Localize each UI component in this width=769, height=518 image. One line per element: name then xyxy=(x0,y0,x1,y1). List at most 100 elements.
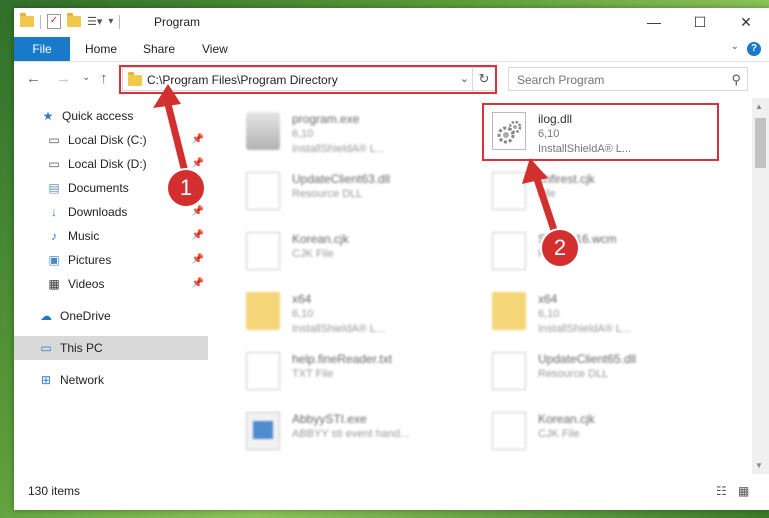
list-item[interactable]: UpdateClient65.dll Resource DLL xyxy=(482,346,722,394)
file-icon xyxy=(246,232,280,270)
toolbar-separator xyxy=(40,14,41,29)
help-icon[interactable]: ? xyxy=(747,42,761,56)
list-item[interactable]: chfirest.cjk File xyxy=(482,166,722,214)
file-name: UpdateClient65.dll xyxy=(538,352,637,366)
recent-locations-button[interactable]: ⌄ xyxy=(82,72,90,83)
sidebar-item-label: Videos xyxy=(68,277,105,291)
list-item[interactable]: Korean.cjk CJK File xyxy=(236,226,476,274)
tab-view[interactable]: View xyxy=(202,37,228,61)
file-detail: 6,10 xyxy=(292,308,314,320)
large-icons-view-icon[interactable]: ▦ xyxy=(738,484,749,498)
properties-icon[interactable]: ✓ xyxy=(47,14,61,29)
sidebar-item-label: Pictures xyxy=(68,253,112,267)
window-title: Program xyxy=(154,15,201,29)
sidebar-item-pictures[interactable]: ▣ Pictures 📌 xyxy=(14,248,208,272)
new-folder-icon[interactable] xyxy=(67,13,81,27)
file-name: chfirest.cjk xyxy=(538,172,595,186)
sidebar-item-onedrive[interactable]: ☁ OneDrive xyxy=(14,304,208,328)
sidebar-item-label: Documents xyxy=(68,181,129,195)
search-input[interactable] xyxy=(515,71,719,89)
picture-icon: ▣ xyxy=(48,253,60,267)
file-icon xyxy=(492,412,526,450)
sidebar-item-local-disk-c[interactable]: ▭ Local Disk (C:) 📌 xyxy=(14,128,208,152)
callout-2: 2 xyxy=(540,228,580,268)
file-icon xyxy=(492,172,526,210)
pin-icon[interactable]: 📌 xyxy=(192,158,204,169)
file-icon xyxy=(492,232,526,270)
file-detail: 6,10 xyxy=(292,128,314,140)
expand-ribbon-icon[interactable]: ⌄ xyxy=(731,41,739,52)
file-name: help.fineReader.txt xyxy=(292,352,393,366)
file-name: Korean.cjk xyxy=(292,232,349,246)
minimize-button[interactable]: — xyxy=(631,8,677,37)
quick-access-toolbar: ✓ ☰▾ ▾ xyxy=(20,13,121,29)
drive-icon: ▭ xyxy=(48,133,60,147)
file-name: Korean.cjk xyxy=(538,412,595,426)
folder-icon xyxy=(246,292,280,330)
search-icon[interactable]: ⚲ xyxy=(731,72,741,88)
sidebar-item-quick-access[interactable]: ★ Quick access xyxy=(14,104,208,128)
scroll-down-icon[interactable]: ▼ xyxy=(755,461,763,470)
file-detail: InstallShieldA® L... xyxy=(292,143,386,155)
list-item[interactable]: AbbyySTI.exe ABBYY sti event hand... xyxy=(236,406,476,454)
sidebar-item-label: Local Disk (C:) xyxy=(68,133,147,147)
pin-icon[interactable]: 📌 xyxy=(192,278,204,289)
list-item[interactable]: UpdateClient63.dll Resource DLL xyxy=(236,166,476,214)
close-button[interactable]: ✕ xyxy=(723,8,769,37)
sidebar-item-music[interactable]: ♪ Music 📌 xyxy=(14,224,208,248)
scroll-up-icon[interactable]: ▲ xyxy=(755,102,763,111)
document-icon: ▤ xyxy=(48,181,60,195)
sidebar-item-network[interactable]: ⊞ Network xyxy=(14,368,208,392)
sidebar-item-label: Local Disk (D:) xyxy=(68,157,147,171)
drive-icon: ▭ xyxy=(48,157,60,171)
file-detail: TXT File xyxy=(292,368,334,380)
tab-home[interactable]: Home xyxy=(85,37,117,61)
search-box[interactable]: ⚲ xyxy=(508,67,748,91)
list-item[interactable]: x64 6,10 InstallShieldA® L... xyxy=(482,286,722,335)
program-icon xyxy=(246,112,280,150)
customize-toolbar-icon[interactable]: ☰▾ xyxy=(87,15,102,28)
sidebar-item-label: This PC xyxy=(60,341,103,355)
maximize-button[interactable]: ☐ xyxy=(677,8,723,37)
list-item[interactable]: help.fineReader.txt TXT File xyxy=(236,346,476,394)
sidebar-item-this-pc[interactable]: ▭ This PC xyxy=(14,336,208,360)
ribbon: File Home Share View ⌄ ? xyxy=(14,37,769,62)
tab-file[interactable]: File xyxy=(14,37,70,61)
file-detail: Resource DLL xyxy=(292,188,363,200)
list-item[interactable]: program.exe 6,10 InstallShieldA® L... xyxy=(236,106,476,155)
list-item[interactable]: x64 6,10 InstallShieldA® L... xyxy=(236,286,476,335)
up-button[interactable]: ↑ xyxy=(100,70,108,87)
sidebar-item-label: Music xyxy=(68,229,100,243)
list-item[interactable]: SrcWP16.wcm File xyxy=(482,226,722,274)
app-icon xyxy=(246,412,280,450)
toolbar-dropdown-icon[interactable]: ▾ xyxy=(108,16,113,27)
file-detail: CJK File xyxy=(292,248,334,260)
file-detail: ABBYY sti event hand... xyxy=(292,428,410,440)
folder-icon xyxy=(20,13,34,27)
pin-icon[interactable]: 📌 xyxy=(192,254,204,265)
computer-icon: ▭ xyxy=(40,341,52,355)
vertical-scrollbar[interactable]: ▲ ▼ xyxy=(752,98,769,474)
address-highlight-box xyxy=(119,65,497,94)
file-name: x64 xyxy=(292,292,312,306)
pin-icon[interactable]: 📌 xyxy=(192,206,204,217)
explorer-window: ✓ ☰▾ ▾ Program — ☐ ✕ File Home Share Vie… xyxy=(14,8,769,510)
folder-icon xyxy=(492,292,526,330)
file-detail: CJK File xyxy=(538,428,580,440)
text-file-icon xyxy=(246,352,280,390)
forward-button[interactable]: → xyxy=(56,70,71,87)
toolbar-separator xyxy=(119,14,121,29)
pin-icon[interactable]: 📌 xyxy=(192,134,204,145)
sidebar-item-label: Network xyxy=(60,373,105,387)
pin-icon[interactable]: 📌 xyxy=(192,230,204,241)
file-name: AbbyySTI.exe xyxy=(292,412,367,426)
callout-1: 1 xyxy=(166,168,206,208)
scrollbar-thumb[interactable] xyxy=(755,118,766,168)
tab-share[interactable]: Share xyxy=(143,37,175,61)
details-view-icon[interactable]: ☷ xyxy=(716,484,727,498)
sidebar-item-label: OneDrive xyxy=(60,309,111,323)
sidebar-item-videos[interactable]: ▦ Videos 📌 xyxy=(14,272,208,296)
back-button[interactable]: ← xyxy=(26,70,41,87)
list-item[interactable]: Korean.cjk CJK File xyxy=(482,406,722,454)
file-detail: Resource DLL xyxy=(538,368,609,380)
